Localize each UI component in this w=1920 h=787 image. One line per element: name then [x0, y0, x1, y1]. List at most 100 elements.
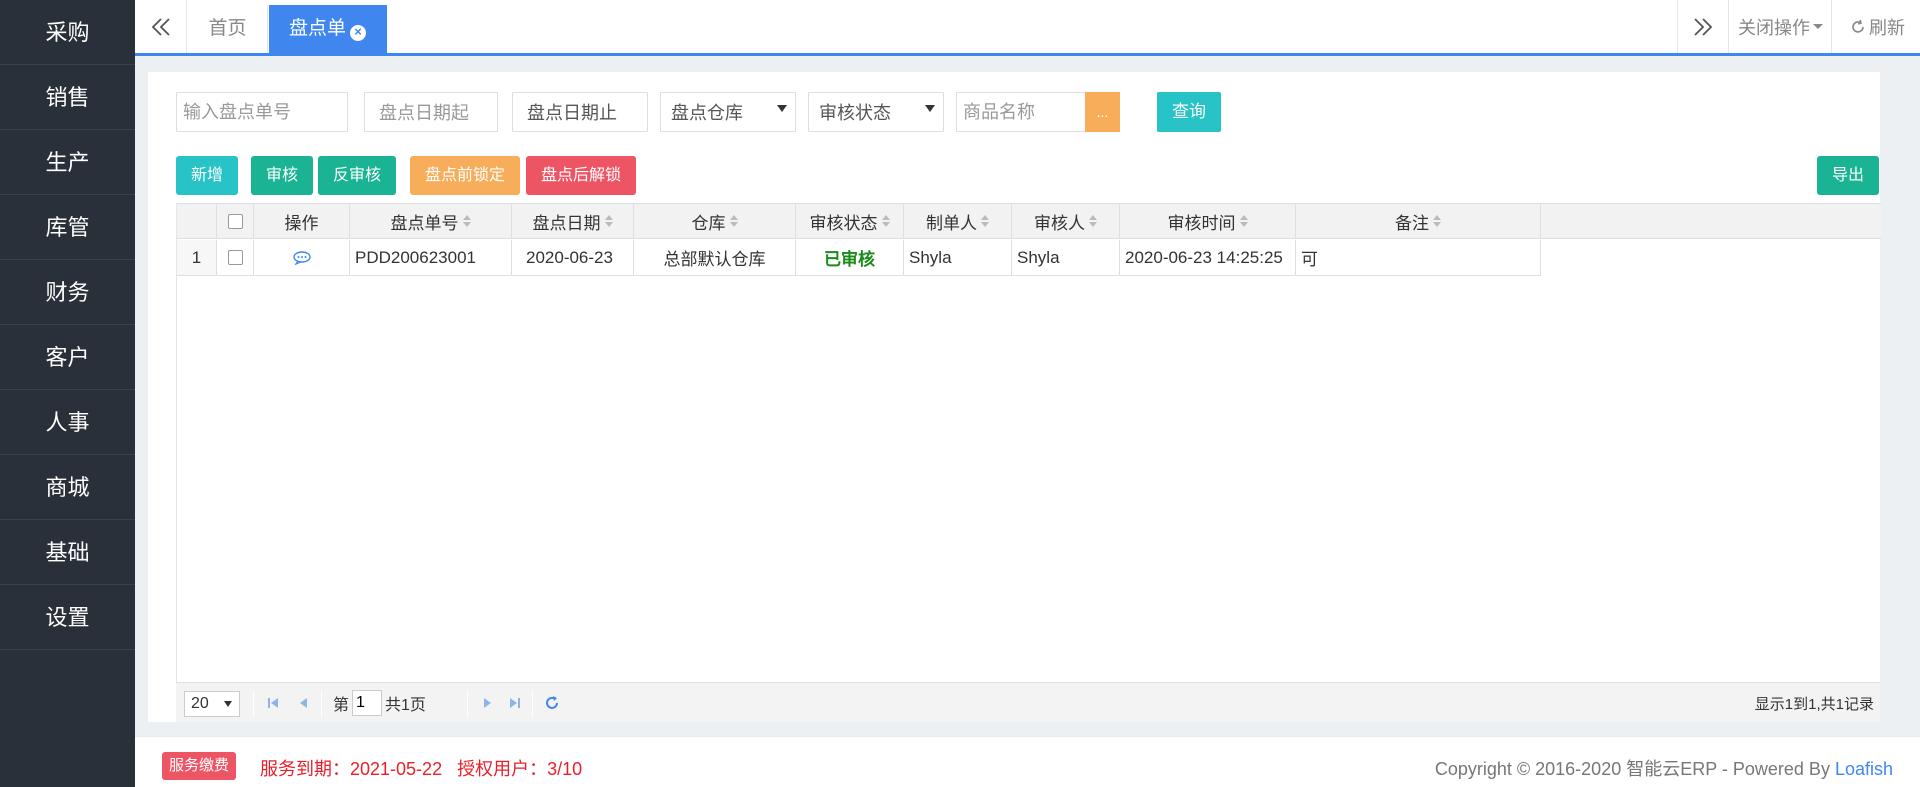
- unlock-after-stocktake-button[interactable]: 盘点后解锁: [526, 156, 636, 195]
- copyright-label: Copyright © 2016-2020 智能云ERP - Powered B…: [1434, 759, 1835, 779]
- audit-status-select[interactable]: 审核状态: [808, 92, 944, 132]
- column-header-remark[interactable]: 备注: [1296, 204, 1541, 238]
- row-number: 1: [177, 240, 217, 275]
- product-picker-button[interactable]: ...: [1085, 92, 1120, 132]
- date-to-input[interactable]: 盘点日期止: [512, 92, 648, 132]
- close-operations-label: 关闭操作: [1738, 17, 1810, 38]
- dropdown-arrow-icon: [925, 105, 935, 112]
- column-header-order-no[interactable]: 盘点单号: [350, 204, 512, 238]
- row-number-header: [177, 204, 217, 238]
- dropdown-arrow-icon: [777, 105, 787, 112]
- service-fee-button[interactable]: 服务缴费: [162, 752, 237, 780]
- pagination-summary: 显示1到1,共1记录: [1754, 695, 1874, 713]
- page-size-select[interactable]: 20: [184, 691, 240, 717]
- sidebar-item-sales[interactable]: 销售: [0, 65, 135, 130]
- column-header-auditor[interactable]: 审核人: [1012, 204, 1120, 238]
- audit-button[interactable]: 审核: [251, 156, 313, 195]
- column-header-label: 仓库: [691, 213, 726, 233]
- table-row[interactable]: 1 PDD200623001 2020-06-23 总部默认仓库 已审核 Shy…: [177, 240, 1541, 276]
- tab-stocktake[interactable]: 盘点单 ×: [269, 5, 387, 53]
- export-button[interactable]: 导出: [1817, 156, 1879, 195]
- row-checkbox[interactable]: [227, 250, 243, 265]
- double-chevron-left-icon: [151, 17, 170, 36]
- column-header-creator[interactable]: 制单人: [904, 204, 1012, 238]
- cell-audit-time: 2020-06-23 14:25:25: [1120, 240, 1296, 275]
- previous-page-icon: [300, 698, 307, 708]
- column-header-status[interactable]: 审核状态: [796, 204, 904, 238]
- column-header-actions: 操作: [254, 204, 350, 238]
- service-expiry-text: 服务到期：2021-05-22 授权用户：3/10: [260, 759, 583, 779]
- next-page-icon: [484, 698, 491, 708]
- previous-page-button[interactable]: [296, 683, 310, 723]
- sort-icon: [1433, 215, 1441, 227]
- column-header-label: 审核时间: [1167, 213, 1236, 233]
- tab-home[interactable]: 首页: [188, 5, 268, 53]
- column-header-label: 盘点单号: [390, 213, 459, 233]
- cell-date: 2020-06-23: [512, 240, 634, 275]
- audit-status-select-value: 审核状态: [819, 103, 891, 123]
- sidebar-item-production[interactable]: 生产: [0, 130, 135, 195]
- row-select-cell: [217, 240, 254, 275]
- column-header-label: 盘点日期: [532, 213, 601, 233]
- sidebar-item-finance[interactable]: 财务: [0, 260, 135, 325]
- tabs-scroll-left-button[interactable]: [135, 0, 187, 53]
- add-button[interactable]: 新增: [176, 156, 238, 195]
- cell-warehouse: 总部默认仓库: [634, 240, 796, 275]
- status-badge: 已审核: [824, 250, 875, 269]
- double-chevron-right-icon: [1694, 17, 1713, 36]
- warehouse-select-value: 盘点仓库: [671, 103, 743, 123]
- close-operations-dropdown[interactable]: 关闭操作: [1730, 0, 1832, 53]
- comment-icon[interactable]: [292, 250, 311, 265]
- tab-stocktake-label: 盘点单: [289, 18, 347, 39]
- cell-status: 已审核: [796, 240, 904, 275]
- close-icon[interactable]: ×: [350, 25, 367, 41]
- sidebar-item-customers[interactable]: 客户: [0, 325, 135, 390]
- stocktake-table: 操作 盘点单号 盘点日期 仓库 审核状态 制单人 审核人 审核时间 备注 1 P…: [176, 203, 1881, 692]
- sidebar-item-settings[interactable]: 设置: [0, 585, 135, 650]
- pagination-bar: 20 第 共1页 显示1到1,共1记录: [176, 682, 1880, 722]
- column-header-date[interactable]: 盘点日期: [512, 204, 634, 238]
- cell-remark: 可: [1296, 240, 1541, 275]
- last-page-button[interactable]: [508, 683, 522, 723]
- date-from-input[interactable]: 盘点日期起: [364, 92, 498, 132]
- next-page-button[interactable]: [481, 683, 495, 723]
- page-number-input[interactable]: [352, 690, 383, 716]
- page-prefix: 第: [333, 697, 350, 714]
- page-size-value: 20: [191, 695, 209, 712]
- page-total: 共1页: [385, 697, 426, 714]
- order-number-input[interactable]: [176, 92, 348, 132]
- first-page-button[interactable]: [266, 683, 280, 723]
- main-panel: 盘点日期起 盘点日期止 盘点仓库 审核状态 ... 查询 新增 审核 反审核 盘…: [148, 72, 1881, 722]
- page-jump: 第 共1页: [333, 683, 426, 723]
- product-name-input[interactable]: [956, 92, 1086, 132]
- sidebar-item-basic[interactable]: 基础: [0, 520, 135, 585]
- column-header-label: 审核人: [1034, 213, 1085, 233]
- sort-icon: [881, 215, 890, 227]
- first-page-icon: [268, 698, 278, 708]
- refresh-label: 刷新: [1869, 17, 1905, 38]
- sidebar-item-mall[interactable]: 商城: [0, 455, 135, 520]
- select-all-checkbox[interactable]: [227, 213, 243, 229]
- copyright-text: Copyright © 2016-2020 智能云ERP - Powered B…: [1435, 755, 1893, 781]
- column-header-label: 操作: [284, 213, 319, 233]
- tab-bar: 首页 盘点单 × 关闭操作 刷新: [135, 0, 1920, 56]
- query-button[interactable]: 查询: [1157, 92, 1221, 132]
- sidebar-item-purchase[interactable]: 采购: [0, 0, 135, 65]
- sidebar-item-hr[interactable]: 人事: [0, 390, 135, 455]
- refresh-button[interactable]: 刷新: [1835, 0, 1920, 53]
- select-all-cell: [217, 204, 254, 238]
- unaudit-button[interactable]: 反审核: [318, 156, 396, 195]
- column-header-warehouse[interactable]: 仓库: [634, 204, 796, 238]
- sidebar: 采购 销售 生产 库管 财务 客户 人事 商城 基础 设置: [0, 0, 135, 787]
- reload-button[interactable]: [544, 683, 560, 723]
- brand-link[interactable]: Loafish: [1835, 759, 1893, 779]
- column-header-label: 备注: [1395, 213, 1429, 233]
- lock-before-stocktake-button[interactable]: 盘点前锁定: [410, 156, 520, 195]
- warehouse-select[interactable]: 盘点仓库: [660, 92, 796, 132]
- sort-icon: [1089, 215, 1097, 227]
- tabs-scroll-right-button[interactable]: [1677, 0, 1729, 53]
- sidebar-item-inventory[interactable]: 库管: [0, 195, 135, 260]
- column-header-audit-time[interactable]: 审核时间: [1120, 204, 1296, 238]
- cell-order-no: PDD200623001: [350, 240, 512, 275]
- column-header-label: 审核状态: [809, 213, 878, 233]
